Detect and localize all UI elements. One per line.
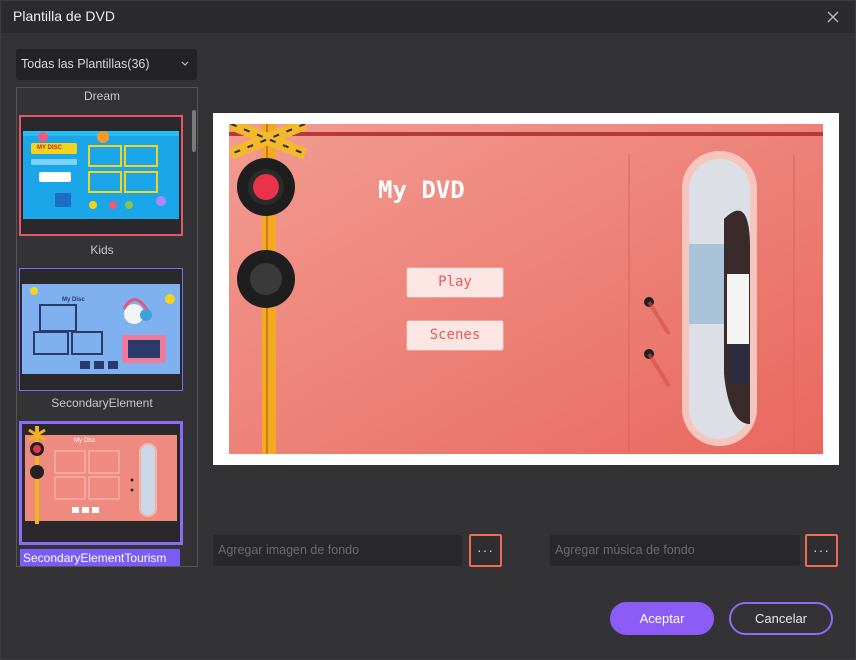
close-icon[interactable] [825,9,841,25]
background-music-field[interactable]: Agregar música de fondo [550,535,800,566]
preview-play-button[interactable]: Play [406,267,504,298]
template-thumb-secondaryelement[interactable]: My Disc [19,268,183,391]
secondaryelement-thumbnail-image [20,269,182,390]
accept-button[interactable]: Aceptar [610,602,714,635]
template-label-dream[interactable]: Dream [17,89,187,103]
title-bar: Plantilla de DVD [1,1,855,33]
dvd-template-dialog: Plantilla de DVD Todas las Plantillas(36… [0,0,856,660]
preview-scenes-button[interactable]: Scenes [406,320,504,351]
template-list[interactable]: Dream MY DISC Kids My Disc SecondaryElem… [16,87,198,567]
chevron-down-icon [181,61,189,66]
template-list-scrollbar[interactable] [192,110,196,152]
template-label-secondaryelement[interactable]: SecondaryElement [17,396,187,410]
preview-background-image [229,124,823,454]
template-label-secondaryelementtourism[interactable]: SecondaryElementTourism [20,549,180,566]
cancel-button[interactable]: Cancelar [729,602,833,635]
background-music-placeholder: Agregar música de fondo [555,543,695,557]
browse-music-button[interactable]: ··· [805,534,838,567]
background-image-field[interactable]: Agregar imagen de fondo [213,535,462,566]
template-label-kids[interactable]: Kids [17,243,187,257]
preview-title: My DVD [378,176,465,204]
template-thumb-secondaryelementtourism[interactable]: My Disc [19,421,183,545]
more-icon: ··· [477,542,494,558]
browse-image-button[interactable]: ··· [469,534,502,567]
template-thumb-kids[interactable]: MY DISC [19,115,183,236]
template-filter-value: Todas las Plantillas(36) [21,57,150,71]
dialog-body: Todas las Plantillas(36) Dream MY DISC K… [1,33,855,659]
more-icon: ··· [813,542,830,558]
dialog-title: Plantilla de DVD [13,8,115,24]
template-preview: My DVD Play Scenes [229,124,823,454]
sec-disc-text: My Disc [62,297,85,303]
background-image-placeholder: Agregar imagen de fondo [218,543,360,557]
template-preview-frame: My DVD Play Scenes [213,113,839,465]
kids-disc-text: MY DISC [37,145,62,151]
kids-thumbnail-image [21,117,181,234]
template-filter-dropdown[interactable]: Todas las Plantillas(36) [16,49,197,80]
tourism-thumbnail-image [22,424,180,542]
tour-disc-text: My Disc [74,438,96,444]
